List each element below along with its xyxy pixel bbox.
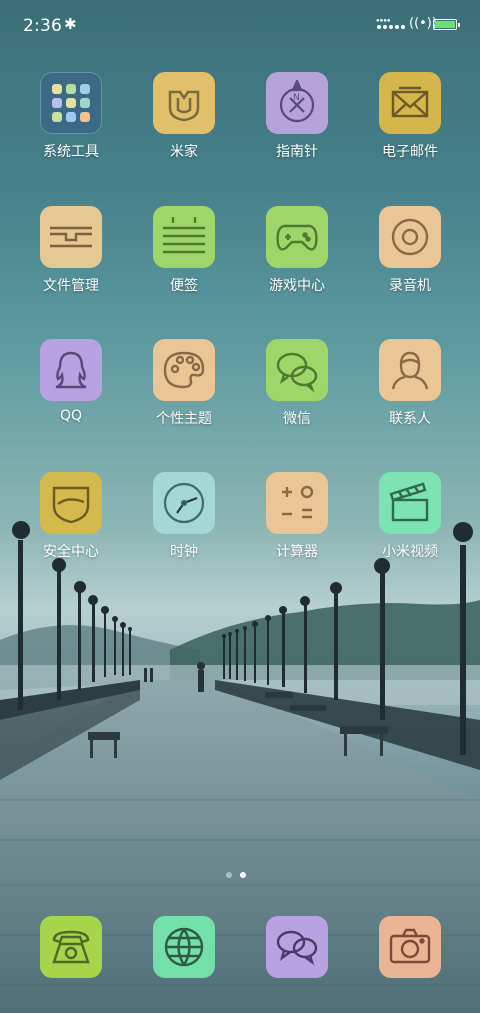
camera-icon — [379, 916, 441, 978]
app-label: 录音机 — [389, 278, 431, 294]
page-dot-1[interactable] — [226, 872, 232, 878]
folder-grid-icon — [40, 72, 102, 134]
browser-icon — [153, 916, 215, 978]
shield-icon — [40, 472, 102, 534]
clapperboard-icon — [379, 472, 441, 534]
page-indicator — [226, 872, 246, 878]
app-label: 微信 — [283, 411, 311, 427]
signal-text: ▪▪▪▪ — [376, 17, 391, 24]
palette-icon — [153, 339, 215, 401]
mail-icon — [379, 72, 441, 134]
dock-browser[interactable] — [134, 916, 234, 978]
phone-icon — [40, 916, 102, 978]
app-label: QQ — [59, 408, 83, 424]
status-time: 2:36 — [23, 16, 62, 36]
app-qq[interactable]: QQ — [21, 339, 121, 424]
app-label: 米家 — [170, 144, 198, 160]
app-clock[interactable]: 时钟 — [134, 472, 234, 561]
app-notes[interactable]: 便签 — [134, 206, 234, 295]
messages-icon — [266, 916, 328, 978]
recorder-icon — [379, 206, 441, 268]
app-label: 联系人 — [389, 411, 431, 427]
app-calculator[interactable]: 计算器 — [247, 472, 347, 561]
app-label: 安全中心 — [43, 544, 99, 560]
app-label: 指南针 — [276, 144, 318, 160]
notes-icon — [153, 206, 215, 268]
app-mi-video[interactable]: 小米视频 — [360, 472, 460, 561]
app-game-center[interactable]: 游戏中心 — [247, 206, 347, 295]
dock-camera[interactable] — [360, 916, 460, 978]
app-label: 电子邮件 — [382, 144, 438, 160]
app-label: 时钟 — [170, 544, 198, 560]
app-system-tools[interactable]: 系统工具 — [21, 72, 121, 161]
compass-icon: N — [266, 72, 328, 134]
qq-icon — [40, 339, 102, 401]
app-security-center[interactable]: 安全中心 — [21, 472, 121, 561]
folder-icon — [40, 206, 102, 268]
app-mijia[interactable]: 米家 — [134, 72, 234, 161]
app-label: 个性主题 — [156, 411, 212, 427]
app-label: 文件管理 — [43, 278, 99, 294]
calculator-icon — [266, 472, 328, 534]
app-label: 计算器 — [276, 544, 318, 560]
app-label: 系统工具 — [43, 144, 99, 160]
signal-icon — [377, 25, 405, 29]
battery-icon — [433, 19, 460, 30]
dock-messages[interactable] — [247, 916, 347, 978]
gamepad-icon — [266, 206, 328, 268]
mijia-icon — [153, 72, 215, 134]
app-label: 便签 — [170, 278, 198, 294]
dock-phone[interactable] — [21, 916, 121, 978]
wechat-icon — [266, 339, 328, 401]
app-contacts[interactable]: 联系人 — [360, 339, 460, 428]
app-compass[interactable]: N 指南针 — [247, 72, 347, 161]
contact-icon — [379, 339, 441, 401]
app-recorder[interactable]: 录音机 — [360, 206, 460, 295]
clock-icon — [153, 472, 215, 534]
app-label: 游戏中心 — [269, 278, 325, 294]
app-wechat[interactable]: 微信 — [247, 339, 347, 428]
app-file-manager[interactable]: 文件管理 — [21, 206, 121, 295]
app-themes[interactable]: 个性主题 — [134, 339, 234, 428]
status-bar: 2:36 ✱ ▪▪▪▪ ((•)) — [0, 0, 480, 52]
bluetooth-icon: ✱ — [64, 15, 77, 33]
battery-fill — [435, 21, 455, 28]
app-email[interactable]: 电子邮件 — [360, 72, 460, 161]
page-dot-2[interactable] — [240, 872, 246, 878]
app-label: 小米视频 — [382, 544, 438, 560]
